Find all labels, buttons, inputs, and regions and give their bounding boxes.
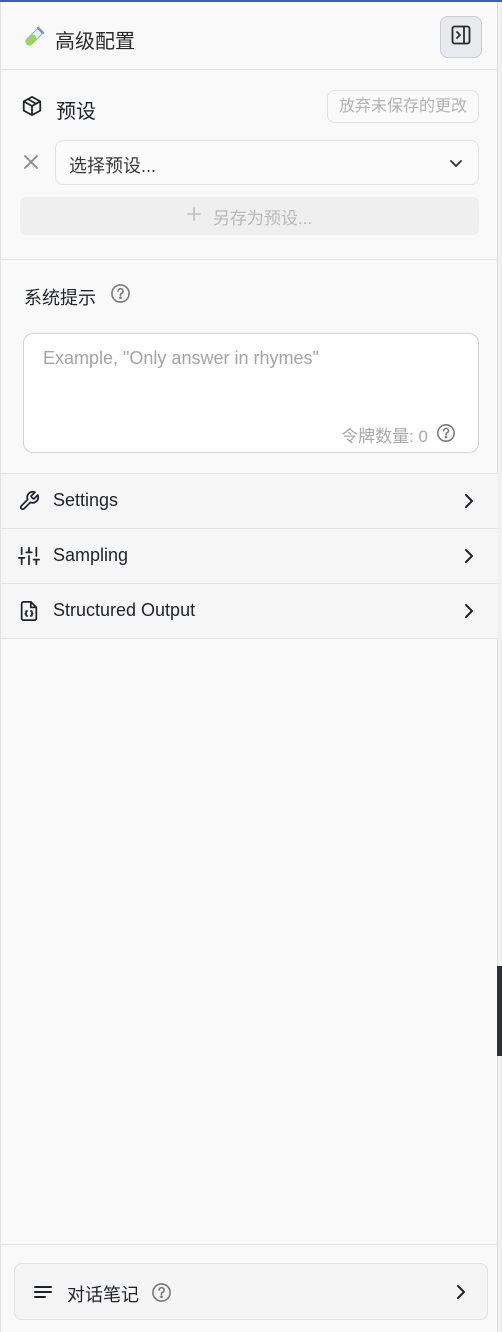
panel-title: 高级配置 [55,31,135,53]
system-prompt-placeholder: Example, "Only answer in rhymes" [43,348,319,368]
sampling-row[interactable]: Sampling [1,529,498,584]
structured-output-row[interactable]: Structured Output [1,584,498,639]
help-circle-icon[interactable] [110,283,131,309]
presets-title: 预设 [56,101,96,123]
system-prompt-section: 系统提示 Example, "Only answer in rhymes" 令牌… [1,261,498,474]
sampling-label: Sampling [53,545,129,565]
token-count: 令牌数量: 0 [341,427,428,446]
plus-icon [187,206,201,226]
preset-select-dropdown[interactable]: 选择预设... [55,140,479,185]
preset-select-placeholder: 选择预设... [69,156,157,176]
footer-divider [1,1244,498,1245]
wrench-icon [18,490,40,517]
clear-preset-icon[interactable] [22,153,40,176]
test-tube-icon [23,26,45,48]
conversation-notes-label: 对话笔记 [67,1285,139,1305]
discard-changes-button[interactable]: 放弃未保存的更改 [327,90,479,123]
token-help-icon[interactable] [436,423,456,448]
chevron-right-icon [462,548,476,569]
settings-row[interactable]: Settings [1,474,498,529]
chevron-right-icon [462,493,476,514]
save-as-preset-button[interactable]: 另存为预设... [20,197,479,235]
code-file-icon [18,600,40,627]
advanced-config-panel: 高级配置 预设 放弃未保存的更改 选择预设... 另存为预设... 系统提示 E… [0,2,498,1332]
sidebar-collapse-icon [450,24,472,51]
panel-header: 高级配置 [1,2,498,70]
settings-label: Settings [53,490,119,510]
save-as-preset-label: 另存为预设... [212,208,313,228]
presets-section: 预设 放弃未保存的更改 选择预设... 另存为预设... [1,71,498,260]
background-window-dark-strip [497,966,502,1056]
chevron-right-icon [462,603,476,624]
structured-output-label: Structured Output [53,600,196,620]
lines-icon [33,1283,53,1306]
sidebar-toggle-button[interactable] [440,16,482,58]
system-prompt-title: 系统提示 [24,288,96,308]
sliders-icon [18,545,40,572]
package-icon [21,95,43,122]
conversation-notes-button[interactable]: 对话笔记 [14,1263,488,1320]
help-circle-icon[interactable] [151,1282,172,1308]
system-prompt-textarea[interactable]: Example, "Only answer in rhymes" 令牌数量: 0 [23,333,479,453]
chevron-right-icon [454,1284,468,1305]
chevron-down-icon [448,155,464,176]
